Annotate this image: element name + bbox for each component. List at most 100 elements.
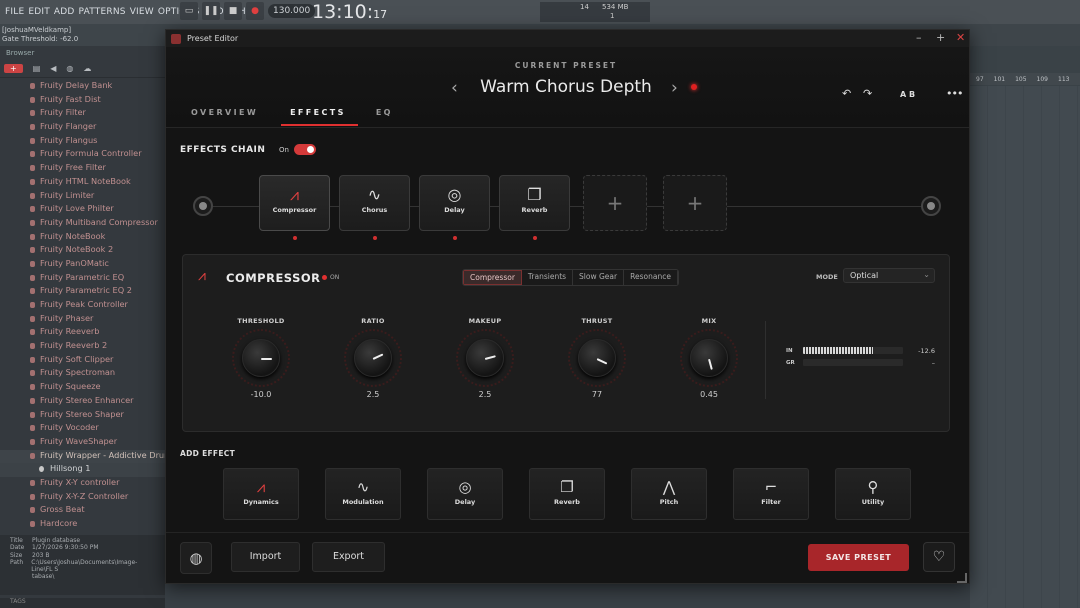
- add-effect-dynamics[interactable]: ⩘ Dynamics: [223, 468, 299, 520]
- plugin-list-item[interactable]: Fruity PanOMatic: [0, 258, 165, 272]
- plugin-list-item[interactable]: Fruity Reeverb 2: [0, 340, 165, 354]
- tempo-display[interactable]: 130.000: [268, 4, 316, 18]
- play-button[interactable]: ❚❚: [202, 2, 220, 20]
- tab-overview[interactable]: OVERVIEW: [191, 108, 275, 126]
- preset-name[interactable]: Warm Chorus Depth: [456, 77, 676, 97]
- knob-body: [690, 339, 728, 377]
- tab-eq[interactable]: EQ: [376, 108, 410, 126]
- tab-effects[interactable]: EFFECTS: [281, 108, 358, 126]
- filter-curve-icon: ⌐: [764, 478, 778, 496]
- plugin-list-item[interactable]: Fruity Free Filter: [0, 162, 165, 176]
- record-button[interactable]: ●: [246, 2, 264, 20]
- ab-compare-button[interactable]: A B: [900, 90, 915, 99]
- undo-icon[interactable]: ↶: [842, 87, 851, 100]
- add-effect-filter[interactable]: ⌐ Filter: [733, 468, 809, 520]
- pattern-song-switch[interactable]: ▭: [180, 2, 198, 20]
- plugin-list-item[interactable]: Fruity Love Philter: [0, 203, 165, 217]
- effects-chain-toggle[interactable]: [294, 144, 316, 155]
- plugin-list-item[interactable]: Fruity Parametric EQ 2: [0, 285, 165, 299]
- plugin-list-item[interactable]: Fruity Delay Bank: [0, 80, 165, 94]
- chain-slot-chorus[interactable]: ∿ Chorus: [339, 175, 410, 240]
- subtab-transients[interactable]: Transients: [521, 270, 574, 285]
- more-options-icon[interactable]: •••: [946, 87, 963, 100]
- plugin-list-item[interactable]: Fruity Filter: [0, 107, 165, 121]
- import-button[interactable]: Import: [231, 542, 300, 572]
- empty-slot-add-button[interactable]: +: [663, 175, 727, 231]
- menu-item-file[interactable]: FILE: [5, 7, 24, 17]
- plugin-list-item[interactable]: Fruity NoteBook 2: [0, 244, 165, 258]
- browser-info-panel: Title Plugin database Date 1/27/2026 9:30:5…: [0, 535, 165, 595]
- knob-control[interactable]: [568, 329, 626, 387]
- subtab-compressor[interactable]: Compressor: [463, 270, 522, 285]
- plugin-list-item[interactable]: Gross Beat: [0, 504, 165, 518]
- window-titlebar[interactable]: Preset Editor – + ✕: [166, 30, 969, 47]
- subtab-slow-gear[interactable]: Slow Gear: [573, 270, 625, 285]
- plugin-list-item[interactable]: Fruity Peak Controller: [0, 299, 165, 313]
- chain-slot-delay[interactable]: ◎ Delay: [419, 175, 490, 240]
- globe-icon[interactable]: ◍: [180, 542, 212, 574]
- browser-cloud-icon[interactable]: ☁: [83, 64, 91, 73]
- add-effect-pitch[interactable]: ⋀ Pitch: [631, 468, 707, 520]
- menu-item-view[interactable]: VIEW: [130, 7, 154, 17]
- plugin-list-item[interactable]: Fruity Squeeze: [0, 381, 165, 395]
- browser-toolbar: + ▤ ◀ ◍ ☁: [0, 60, 165, 78]
- export-button[interactable]: Export: [312, 542, 385, 572]
- plugin-list-item[interactable]: Fruity Flangus: [0, 135, 165, 149]
- knob-control[interactable]: [232, 329, 290, 387]
- browser-speaker-icon[interactable]: ◀: [50, 64, 56, 73]
- plugin-list-item[interactable]: Fruity Formula Controller: [0, 148, 165, 162]
- add-effect-reverb[interactable]: ❐ Reverb: [529, 468, 605, 520]
- add-effect-utility[interactable]: ⚲ Utility: [835, 468, 911, 520]
- heart-icon[interactable]: ♡: [923, 542, 955, 572]
- plugin-list-item[interactable]: Fruity Parametric EQ: [0, 272, 165, 286]
- save-preset-button[interactable]: SAVE PRESET: [808, 544, 909, 571]
- plugin-list-item[interactable]: Fruity Reeverb: [0, 326, 165, 340]
- chain-slot-compressor[interactable]: ⩘ Compressor: [259, 175, 330, 240]
- browser-globe-icon[interactable]: ◍: [66, 64, 73, 73]
- plugin-preset-item[interactable]: Hillsong 1: [0, 463, 165, 477]
- menu-item-edit[interactable]: EDIT: [28, 7, 50, 17]
- plugin-list-item[interactable]: Fruity Wrapper - Addictive Drums: [0, 449, 165, 464]
- mode-select[interactable]: Optical ⌄: [843, 268, 935, 283]
- plugin-list-item[interactable]: Fruity Stereo Shaper: [0, 409, 165, 423]
- knob-control[interactable]: [680, 329, 738, 387]
- chain-output-jack: [921, 196, 941, 216]
- menu-item-patterns[interactable]: PATTERNS: [79, 7, 126, 17]
- redo-icon[interactable]: ↷: [863, 87, 872, 100]
- add-effect-delay[interactable]: ◎ Delay: [427, 468, 503, 520]
- plugin-list-item[interactable]: Fruity Phaser: [0, 313, 165, 327]
- plugin-list-item[interactable]: Fruity Spectroman: [0, 367, 165, 381]
- knob-control[interactable]: [456, 329, 514, 387]
- plugin-list-item[interactable]: Fruity X-Y-Z Controller: [0, 491, 165, 505]
- plugin-list-item[interactable]: Fruity X-Y controller: [0, 477, 165, 491]
- plugin-list-item[interactable]: Fruity Stereo Enhancer: [0, 395, 165, 409]
- compressor-on-indicator[interactable]: [322, 275, 327, 280]
- knob-body: [578, 339, 616, 377]
- close-button[interactable]: ✕: [956, 31, 965, 44]
- knob-control[interactable]: [344, 329, 402, 387]
- browser-add-icon[interactable]: +: [4, 64, 23, 73]
- resize-grip[interactable]: [957, 573, 967, 583]
- empty-slot-add-button[interactable]: +: [583, 175, 647, 231]
- maximize-button[interactable]: +: [936, 31, 945, 44]
- minimize-button[interactable]: –: [916, 31, 922, 44]
- chain-slot-reverb[interactable]: ❐ Reverb: [499, 175, 570, 240]
- menu-item-add[interactable]: ADD: [54, 7, 75, 17]
- plugin-list-item[interactable]: Fruity Flanger: [0, 121, 165, 135]
- add-effect-modulation[interactable]: ∿ Modulation: [325, 468, 401, 520]
- knob-ratio: RATIO 2.5: [335, 317, 411, 399]
- plugin-list-item[interactable]: Fruity Soft Clipper: [0, 354, 165, 368]
- plugin-list-item[interactable]: Fruity Multiband Compressor: [0, 217, 165, 231]
- stop-button[interactable]: ■: [224, 2, 242, 20]
- next-preset-button[interactable]: ›: [671, 78, 678, 98]
- plugin-list-item[interactable]: Fruity WaveShaper: [0, 436, 165, 450]
- plugin-list-item[interactable]: Fruity NoteBook: [0, 231, 165, 245]
- plugin-list-item[interactable]: Hardcore: [0, 518, 165, 532]
- plugin-list-item[interactable]: Fruity Fast Dist: [0, 94, 165, 108]
- browser-file-icon[interactable]: ▤: [33, 64, 41, 73]
- plugin-list-item[interactable]: Fruity Vocoder: [0, 422, 165, 436]
- plugin-list-item[interactable]: Fruity HTML NoteBook: [0, 176, 165, 190]
- plugin-list-item[interactable]: Fruity Limiter: [0, 190, 165, 204]
- subtab-resonance[interactable]: Resonance: [624, 270, 678, 285]
- knob-label: MIX: [701, 317, 717, 325]
